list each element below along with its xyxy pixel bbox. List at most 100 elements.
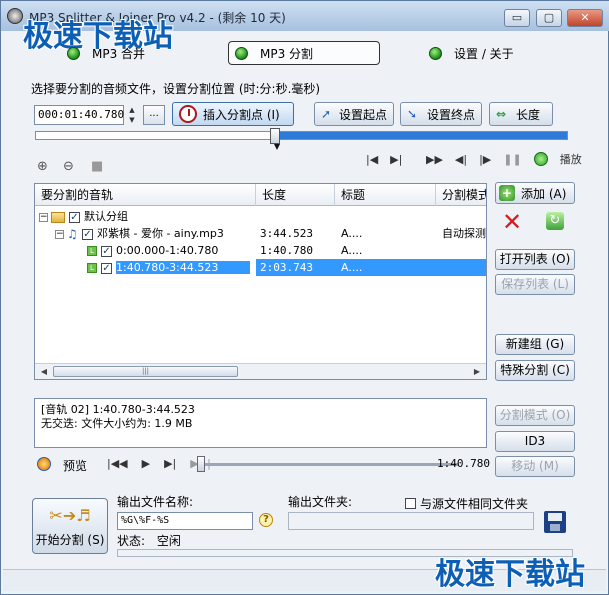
row-checkbox[interactable]: ✓: [101, 245, 112, 257]
play-icon[interactable]: [533, 152, 548, 166]
prev-marker-icon[interactable]: |◀: [366, 153, 378, 166]
output-folder-input[interactable]: [288, 512, 534, 530]
next-marker-icon[interactable]: ▶|: [390, 153, 402, 166]
scroll-left-icon[interactable]: ◀: [37, 366, 51, 377]
track-table-header: 要分割的音轨 长度 标题 分割模式: [35, 184, 486, 206]
app-icon: [7, 8, 23, 24]
save-icon[interactable]: [544, 511, 566, 533]
preview-time: 1:40.780: [437, 457, 490, 470]
move-button[interactable]: 移动 (M): [495, 456, 575, 477]
row-title: A....: [341, 227, 363, 240]
scissors-icon: ✂➔♬: [49, 506, 91, 525]
preview-step-icon[interactable]: ▶|: [164, 457, 176, 470]
tree-expander-icon[interactable]: −: [39, 212, 48, 222]
same-folder-checkbox[interactable]: 与源文件相同文件夹: [405, 495, 528, 512]
output-name-input[interactable]: %G\%F-%S: [117, 512, 253, 530]
step-forward-icon[interactable]: |▶: [479, 153, 491, 166]
set-end-button[interactable]: ➘ 设置终点: [400, 102, 482, 126]
horizontal-scrollbar[interactable]: ◀ ||| ▶: [35, 363, 486, 379]
speaker-icon: [37, 457, 51, 471]
pause-icon[interactable]: ❚❚: [503, 153, 521, 166]
arrow-up-icon: ➚: [321, 107, 332, 121]
led-icon: [429, 46, 442, 60]
preview-play-icon[interactable]: ▶: [142, 457, 150, 470]
row-track: 邓紫棋 - 爱你 - ainy.mp3: [97, 227, 224, 240]
preview-slider-thumb[interactable]: [197, 456, 205, 472]
delete-icon[interactable]: ✕: [502, 210, 522, 234]
scroll-right-icon[interactable]: ▶: [470, 366, 484, 377]
row-checkbox[interactable]: ✓: [101, 262, 112, 274]
collapse-all-icon[interactable]: ⊖: [63, 159, 74, 174]
minimize-button[interactable]: ▭: [504, 9, 530, 27]
segment-icon: L: [87, 246, 97, 256]
maximize-button[interactable]: ▢: [536, 9, 562, 27]
preview-slider[interactable]: [201, 463, 459, 466]
special-split-button[interactable]: 特殊分割 (C): [495, 360, 575, 381]
refresh-icon[interactable]: ↻: [546, 212, 564, 230]
row-mode: [436, 242, 486, 259]
status-value: 空闲: [156, 534, 181, 548]
row-length: 3:44.523: [260, 227, 313, 240]
info-line-2: 无交迭: 文件大小约为: 1.9 MB: [41, 417, 193, 430]
table-row-selected[interactable]: L ✓ 1:40.780-3:44.523 2:03.743 A....: [35, 259, 486, 276]
output-name-label: 输出文件名称:: [117, 495, 194, 509]
row-track: 默认分组: [84, 210, 128, 223]
set-start-button[interactable]: ➚ 设置起点: [314, 102, 394, 126]
table-row[interactable]: L ✓ 0:00.000-1:40.780 1:40.780 A....: [35, 242, 486, 259]
open-list-button[interactable]: 打开列表 (O): [495, 249, 575, 270]
step-back-icon[interactable]: ◀|: [455, 153, 467, 166]
tree-expander-icon[interactable]: −: [55, 229, 64, 239]
split-position-slider[interactable]: [35, 128, 568, 144]
same-folder-label: 与源文件相同文件夹: [420, 497, 529, 511]
led-icon: [235, 46, 248, 60]
length-button[interactable]: ⇔ 长度: [489, 102, 553, 126]
row-checkbox[interactable]: ✓: [82, 228, 93, 240]
preview-rewind-icon[interactable]: |◀◀: [107, 457, 128, 470]
mode-merge-label: MP3 合并: [92, 46, 146, 61]
save-list-button[interactable]: 保存列表 (L): [495, 274, 575, 295]
row-checkbox[interactable]: ✓: [69, 211, 80, 223]
play-label[interactable]: 播放: [560, 151, 582, 167]
slider-thumb[interactable]: [269, 128, 280, 144]
column-header-title[interactable]: 标题: [335, 184, 436, 206]
length-label: 长度: [516, 107, 541, 122]
table-row[interactable]: − ✓ 默认分组: [35, 208, 486, 225]
scrollbar-thumb[interactable]: |||: [53, 366, 238, 377]
row-track: 0:00.000-1:40.780: [116, 244, 219, 257]
mode-merge[interactable]: MP3 合并: [67, 41, 145, 65]
row-title: [335, 208, 436, 225]
status-line: 状态: 空闲: [117, 532, 181, 549]
preview-label: 预览: [63, 459, 88, 473]
start-split-label: 开始分割 (S): [35, 533, 105, 547]
mode-settings[interactable]: 设置 / 关于: [429, 41, 514, 65]
app-window: MP3 Splitter & Joiner Pro v4.2 - (剩余 10 …: [0, 0, 609, 595]
column-header-length[interactable]: 长度: [256, 184, 335, 206]
stop-square-icon[interactable]: ■: [91, 159, 103, 174]
row-track: 1:40.780-3:44.523: [116, 261, 251, 274]
insert-split-point-button[interactable]: 插入分割点 (I): [172, 102, 294, 126]
status-label: 状态:: [117, 534, 146, 548]
time-spinner[interactable]: ▲ ▼: [126, 105, 138, 125]
start-split-button[interactable]: ✂➔♬ 开始分割 (S): [32, 498, 108, 554]
split-mode-button[interactable]: 分割模式 (O): [495, 405, 575, 426]
help-icon[interactable]: ?: [259, 513, 273, 527]
split-time-input[interactable]: 000:01:40.780: [34, 105, 124, 125]
checkbox-icon[interactable]: [405, 498, 416, 509]
track-tree[interactable]: 要分割的音轨 长度 标题 分割模式 − ✓ 默认分组 − ♫ ✓ 邓紫棋 - 爱你 - a…: [34, 183, 487, 380]
set-start-label: 设置起点: [338, 107, 387, 122]
preview-bar: 预览 |◀◀ ▶ ▶| ▶▶| 1:40.780: [37, 456, 490, 473]
row-title: A....: [335, 259, 436, 276]
fast-forward-icon[interactable]: ▶▶: [426, 153, 443, 166]
column-header-track[interactable]: 要分割的音轨: [35, 184, 256, 206]
id3-button[interactable]: ID3: [495, 431, 575, 452]
table-row[interactable]: − ♫ ✓ 邓紫棋 - 爱你 - ainy.mp3 3:44.523 A.... 自动…: [35, 225, 486, 242]
browse-button[interactable]: ...: [143, 105, 165, 125]
segment-icon: L: [87, 263, 97, 273]
mode-split[interactable]: MP3 分割: [228, 41, 380, 65]
add-button[interactable]: + 添加 (A): [495, 182, 575, 204]
column-header-mode[interactable]: 分割模式: [436, 184, 486, 206]
expand-all-icon[interactable]: ⊕: [37, 159, 48, 174]
add-label: 添加 (A): [521, 186, 567, 201]
new-group-button[interactable]: 新建组 (G): [495, 334, 575, 355]
close-button[interactable]: ✕: [567, 9, 603, 27]
